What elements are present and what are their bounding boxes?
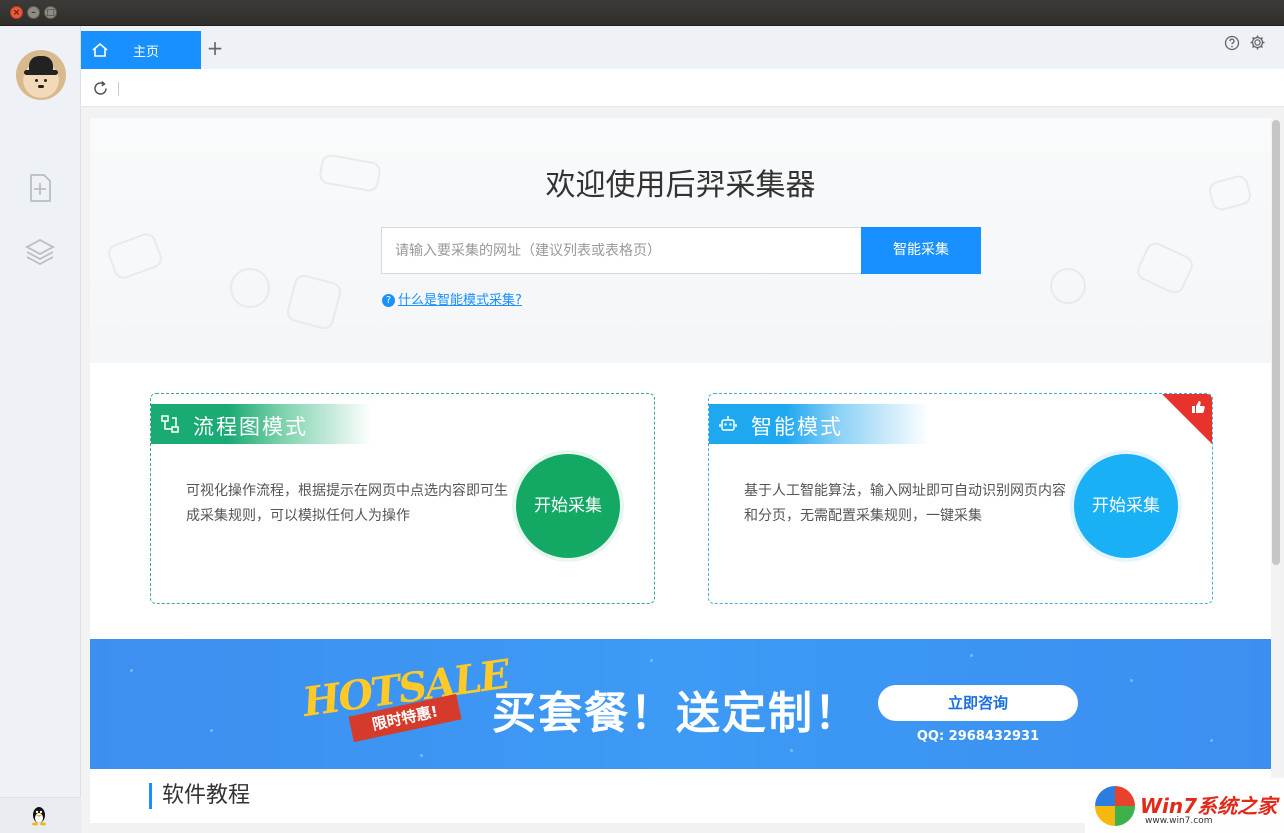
window-titlebar: × – □ xyxy=(0,0,1284,26)
tab-bar: 主页 + xyxy=(81,26,1284,69)
banner-slogan: 买套餐！送定制！ xyxy=(492,677,860,741)
scrollbar-thumb[interactable] xyxy=(1272,120,1280,565)
new-task-icon[interactable] xyxy=(24,172,56,204)
promo-banner[interactable]: HOTSALE 限时特惠! 买套餐！送定制！ 立即咨询 QQ: 29684329… xyxy=(90,639,1271,769)
url-search-box xyxy=(381,227,862,274)
card-title: 智能模式 xyxy=(751,411,843,441)
tutorial-heading: 软件教程 xyxy=(149,783,250,809)
smart-collect-button[interactable]: 智能采集 xyxy=(861,227,981,274)
help-link-text: 什么是智能模式采集? xyxy=(398,293,522,308)
qq-contact: QQ: 2968432931 xyxy=(878,729,1078,744)
url-input[interactable] xyxy=(382,228,862,273)
card-title: 流程图模式 xyxy=(193,411,308,441)
thumbs-up-icon xyxy=(1190,399,1206,415)
smart-mode-card: 智能模式 基于人工智能算法，输入网址即可自动识别网页内容和分页，无需配置采集规则… xyxy=(708,393,1213,604)
windows-logo-icon xyxy=(1095,786,1135,826)
left-sidebar xyxy=(0,26,81,833)
add-tab-button[interactable]: + xyxy=(205,38,225,58)
question-icon: ? xyxy=(382,294,395,307)
flowchart-icon xyxy=(160,414,180,434)
consult-now-button[interactable]: 立即咨询 xyxy=(878,685,1078,721)
toolbar xyxy=(81,69,1284,107)
gear-icon[interactable] xyxy=(1249,34,1266,51)
card-description: 可视化操作流程，根据提示在网页中点选内容即可生成采集规则，可以模拟任何人为操作 xyxy=(186,479,516,529)
avatar[interactable] xyxy=(16,50,66,100)
flowchart-mode-card: 流程图模式 可视化操作流程，根据提示在网页中点选内容即可生成采集规则，可以模拟任… xyxy=(150,393,655,604)
smart-start-button[interactable]: 开始采集 xyxy=(1074,454,1178,558)
flowchart-start-button[interactable]: 开始采集 xyxy=(516,454,620,558)
window-maximize-button[interactable]: □ xyxy=(44,6,57,19)
hotsale-logo: HOTSALE 限时特惠! xyxy=(302,665,472,745)
layers-icon[interactable] xyxy=(24,236,56,268)
window-close-button[interactable]: × xyxy=(10,6,23,19)
card-header: 智能模式 xyxy=(709,404,929,444)
card-description: 基于人工智能算法，输入网址即可自动识别网页内容和分页，无需配置采集规则，一键采集 xyxy=(744,479,1074,529)
page-title: 欢迎使用后羿采集器 xyxy=(90,160,1271,204)
site-watermark: Win7系统之家 www.win7.com xyxy=(1085,778,1284,833)
tab-home[interactable]: 主页 xyxy=(81,31,201,69)
card-header: 流程图模式 xyxy=(151,404,371,444)
refresh-icon[interactable] xyxy=(92,80,109,97)
toolbar-divider xyxy=(118,82,119,96)
window-minimize-button[interactable]: – xyxy=(27,6,40,19)
tab-home-label: 主页 xyxy=(133,41,159,60)
sidebar-footer xyxy=(0,797,81,833)
qq-penguin-icon[interactable] xyxy=(30,806,48,826)
main-content: 欢迎使用后羿采集器 智能采集 ?什么是智能模式采集? 流程图模式 可视化操作流程… xyxy=(90,118,1271,823)
watermark-brand: Win7系统之家 xyxy=(1140,790,1277,819)
robot-icon xyxy=(718,414,738,434)
help-icon[interactable] xyxy=(1224,35,1240,51)
hero-section: 欢迎使用后羿采集器 智能采集 ?什么是智能模式采集? xyxy=(90,118,1271,363)
smart-mode-help-link[interactable]: ?什么是智能模式采集? xyxy=(382,289,522,308)
watermark-url: www.win7.com xyxy=(1145,816,1213,826)
home-icon xyxy=(91,41,109,59)
